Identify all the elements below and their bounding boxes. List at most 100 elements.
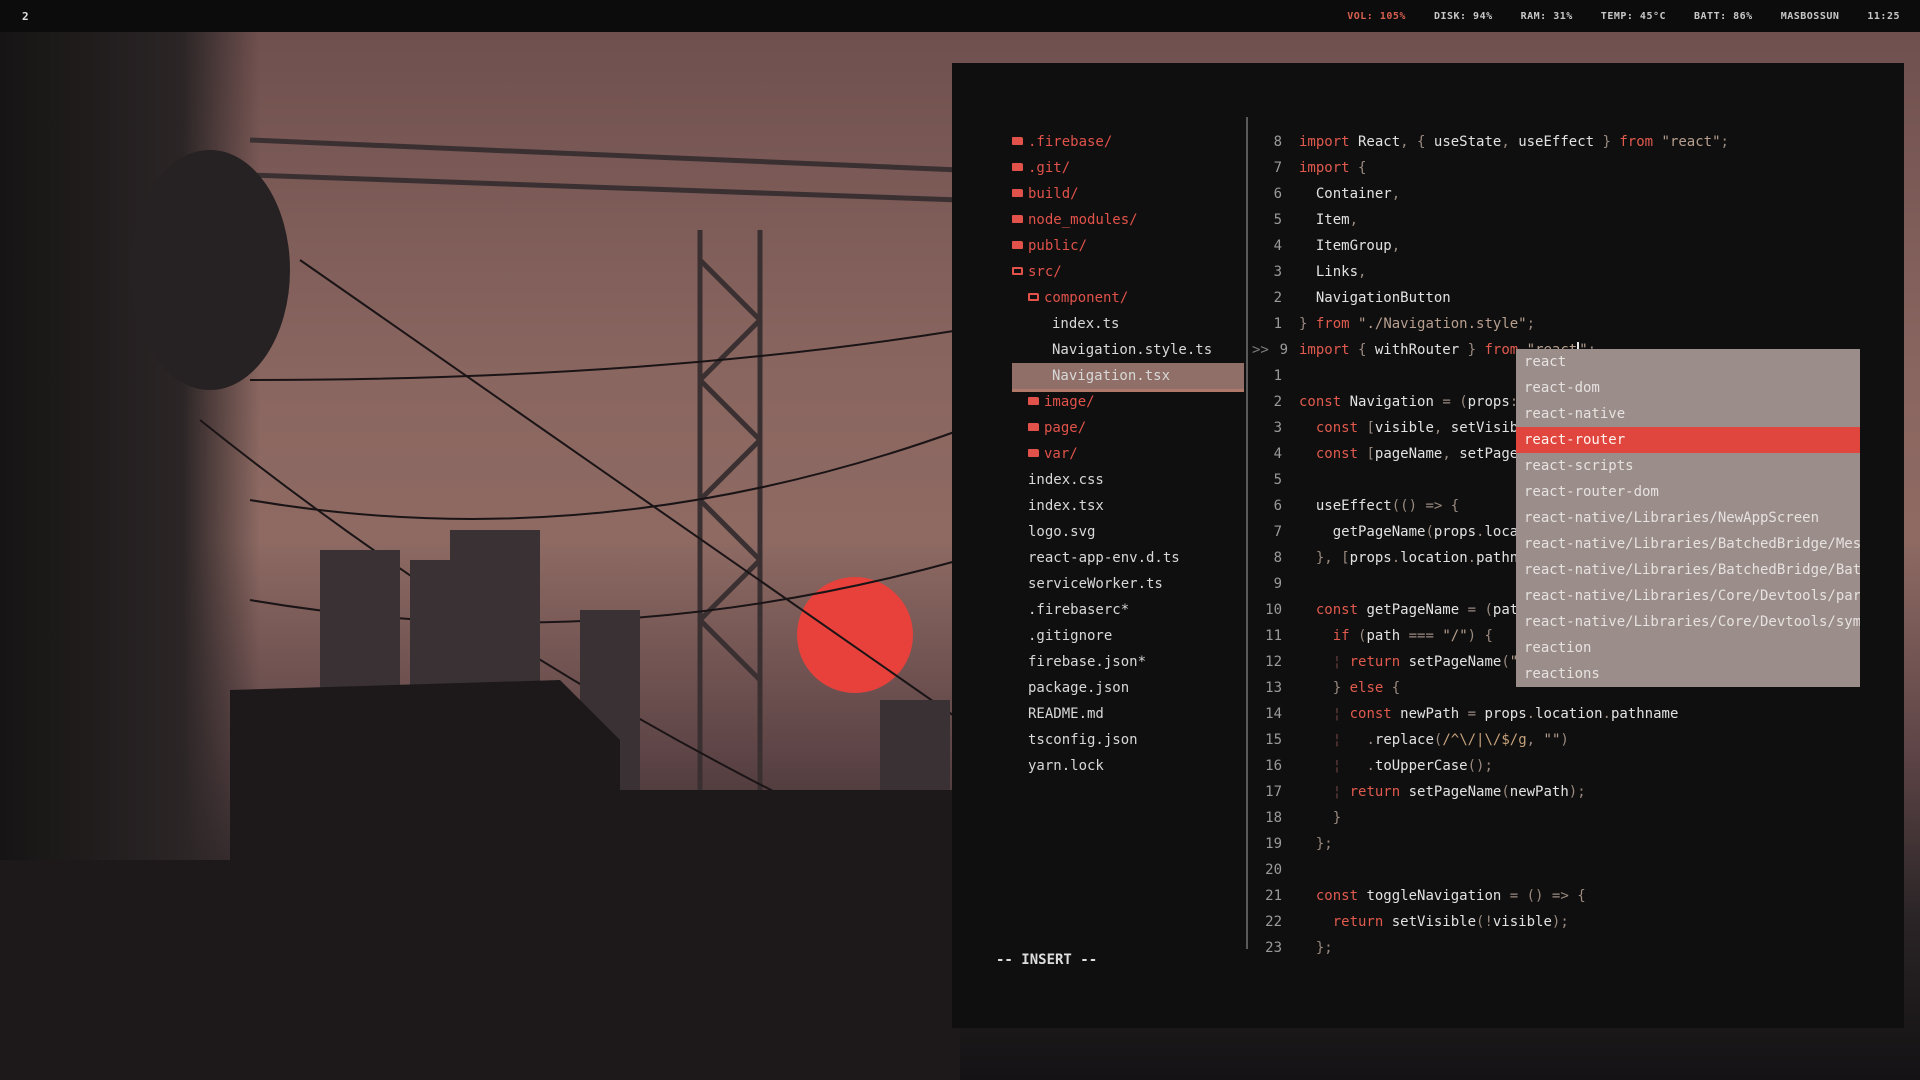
completion-item[interactable]: react-native/Libraries/Core/Devtools/sym…: [1516, 609, 1860, 635]
tree-file[interactable]: index.css: [1028, 467, 1104, 493]
tree-item-label: image/: [1044, 394, 1095, 410]
tree-item-label: .firebaserc*: [1028, 602, 1130, 618]
code-line[interactable]: if (path === "/") {: [1299, 623, 1493, 649]
temp-status: TEMP: 45°C: [1600, 11, 1667, 22]
line-number: 2: [1273, 394, 1282, 410]
code-line[interactable]: const Navigation = (props:: [1299, 389, 1518, 415]
tree-item-label: component/: [1044, 290, 1129, 306]
tree-file[interactable]: package.json: [1028, 675, 1129, 701]
code-line[interactable]: Item,: [1299, 207, 1358, 233]
code-line[interactable]: import {: [1299, 155, 1366, 181]
tree-item-label: build/: [1028, 186, 1079, 202]
code-line[interactable]: NavigationButton: [1299, 285, 1451, 311]
line-number: 2: [1273, 290, 1282, 306]
completion-item[interactable]: react-native: [1516, 401, 1860, 427]
code-line[interactable]: const [visible, setVisibl: [1299, 415, 1527, 441]
completion-item[interactable]: react: [1516, 349, 1860, 375]
line-number: 11: [1265, 628, 1282, 644]
code-line[interactable]: }, [props.location.pathna: [1299, 545, 1527, 571]
code-line[interactable]: Links,: [1299, 259, 1367, 285]
completion-item[interactable]: react-router-dom: [1516, 479, 1860, 505]
tree-item-label: firebase.json*: [1028, 654, 1147, 670]
code-line[interactable]: import React, { useState, useEffect } fr…: [1299, 129, 1729, 155]
line-number: 13: [1265, 680, 1282, 696]
code-line[interactable]: }: [1299, 805, 1341, 831]
code-line[interactable]: };: [1299, 831, 1333, 857]
tree-item-label: Navigation.tsx: [1052, 368, 1171, 384]
line-number: 7: [1273, 524, 1282, 540]
code-line[interactable]: useEffect(() => {: [1299, 493, 1459, 519]
line-number: 17: [1265, 784, 1282, 800]
folder-icon: [1028, 423, 1039, 431]
line-number: 1: [1273, 368, 1282, 384]
tree-file[interactable]: logo.svg: [1028, 519, 1095, 545]
tree-item-label: index.ts: [1052, 316, 1120, 332]
tree-file[interactable]: react-app-env.d.ts: [1028, 545, 1180, 571]
completion-item[interactable]: react-native/Libraries/Core/Devtools/par…: [1516, 583, 1860, 609]
code-line[interactable]: };: [1299, 935, 1333, 961]
workspace-indicator[interactable]: 2: [22, 10, 29, 23]
tree-file[interactable]: tsconfig.json: [1028, 727, 1138, 753]
tree-file[interactable]: serviceWorker.ts: [1028, 571, 1163, 597]
tree-file[interactable]: .gitignore: [1028, 623, 1112, 649]
code-line[interactable]: Container,: [1299, 181, 1400, 207]
code-line[interactable]: ¦ return setPageName("M: [1299, 649, 1527, 675]
code-line[interactable]: ItemGroup,: [1299, 233, 1400, 259]
folder-icon: [1012, 137, 1023, 145]
tree-item-label: .firebase/: [1028, 134, 1113, 150]
line-number: 19: [1265, 836, 1282, 852]
code-line[interactable]: const toggleNavigation = () => {: [1299, 883, 1586, 909]
code-line[interactable]: const getPageName = (path: [1299, 597, 1527, 623]
tree-file[interactable]: firebase.json*: [1028, 649, 1146, 675]
line-number: 21: [1265, 888, 1282, 904]
code-line[interactable]: ¦ .replace(/^\/|\/$/g, ""): [1299, 727, 1569, 753]
completion-item[interactable]: react-native/Libraries/BatchedBridge/Bat…: [1516, 557, 1860, 583]
folder-icon: [1012, 163, 1023, 171]
tree-file[interactable]: README.md: [1028, 701, 1104, 727]
line-number: 3: [1273, 420, 1282, 436]
tree-folder[interactable]: .git/: [1012, 155, 1070, 181]
tree-folder[interactable]: public/: [1012, 233, 1087, 259]
file-tree[interactable]: .firebase/ .git/build/node_modules/public…: [952, 63, 1244, 958]
folder-icon: [1028, 449, 1039, 457]
tree-file[interactable]: Navigation.style.ts: [1052, 337, 1212, 363]
completion-item-selected[interactable]: react-router: [1516, 427, 1860, 453]
completion-item[interactable]: react-dom: [1516, 375, 1860, 401]
code-line[interactable]: getPageName(props.locat: [1299, 519, 1527, 545]
code-line[interactable]: ¦ .toUpperCase();: [1299, 753, 1493, 779]
tree-folder[interactable]: component/: [1028, 285, 1128, 311]
tree-folder[interactable]: src/: [1012, 259, 1062, 285]
tree-folder[interactable]: image/: [1028, 389, 1095, 415]
tree-item-label: react-app-env.d.ts: [1028, 550, 1180, 566]
code-line[interactable]: } else {: [1299, 675, 1400, 701]
tree-item-label: src/: [1028, 264, 1062, 280]
tree-item-label: .git/: [1028, 160, 1071, 176]
line-number: 3: [1273, 264, 1282, 280]
code-line[interactable]: ¦ const newPath = props.location.pathnam…: [1299, 701, 1679, 727]
code-line[interactable]: } from "./Navigation.style";: [1299, 311, 1535, 337]
tree-folder[interactable]: var/: [1028, 441, 1078, 467]
folder-open-icon: [1028, 293, 1039, 301]
completion-item[interactable]: react-scripts: [1516, 453, 1860, 479]
tree-file[interactable]: .firebaserc*: [1028, 597, 1129, 623]
tree-folder[interactable]: page/: [1028, 415, 1086, 441]
completion-item[interactable]: react-native/Libraries/BatchedBridge/Mes…: [1516, 531, 1860, 557]
code-line[interactable]: ¦ return setPageName(newPath);: [1299, 779, 1586, 805]
tree-file[interactable]: index.ts: [1052, 311, 1119, 337]
tree-file[interactable]: Navigation.tsx: [1012, 363, 1244, 389]
completion-item[interactable]: reactions: [1516, 661, 1860, 687]
tree-file[interactable]: index.tsx: [1028, 493, 1104, 519]
code-line[interactable]: const [pageName, setPageN: [1299, 441, 1527, 467]
completion-popup[interactable]: react react-dom react-native react-router re…: [1516, 349, 1860, 687]
disk-status: DISK: 94%: [1433, 11, 1493, 22]
completion-item[interactable]: reaction: [1516, 635, 1860, 661]
completion-item[interactable]: react-native/Libraries/NewAppScreen: [1516, 505, 1860, 531]
terminal-window[interactable]: .firebase/ .git/build/node_modules/public…: [952, 63, 1904, 1028]
tree-folder[interactable]: build/: [1012, 181, 1079, 207]
tree-folder[interactable]: .firebase/: [1012, 129, 1112, 155]
tree-folder[interactable]: node_modules/: [1012, 207, 1138, 233]
line-number: 16: [1265, 758, 1282, 774]
code-line[interactable]: return setVisible(!visible);: [1299, 909, 1569, 935]
folder-open-icon: [1012, 267, 1023, 275]
tree-file[interactable]: yarn.lock: [1028, 753, 1104, 779]
